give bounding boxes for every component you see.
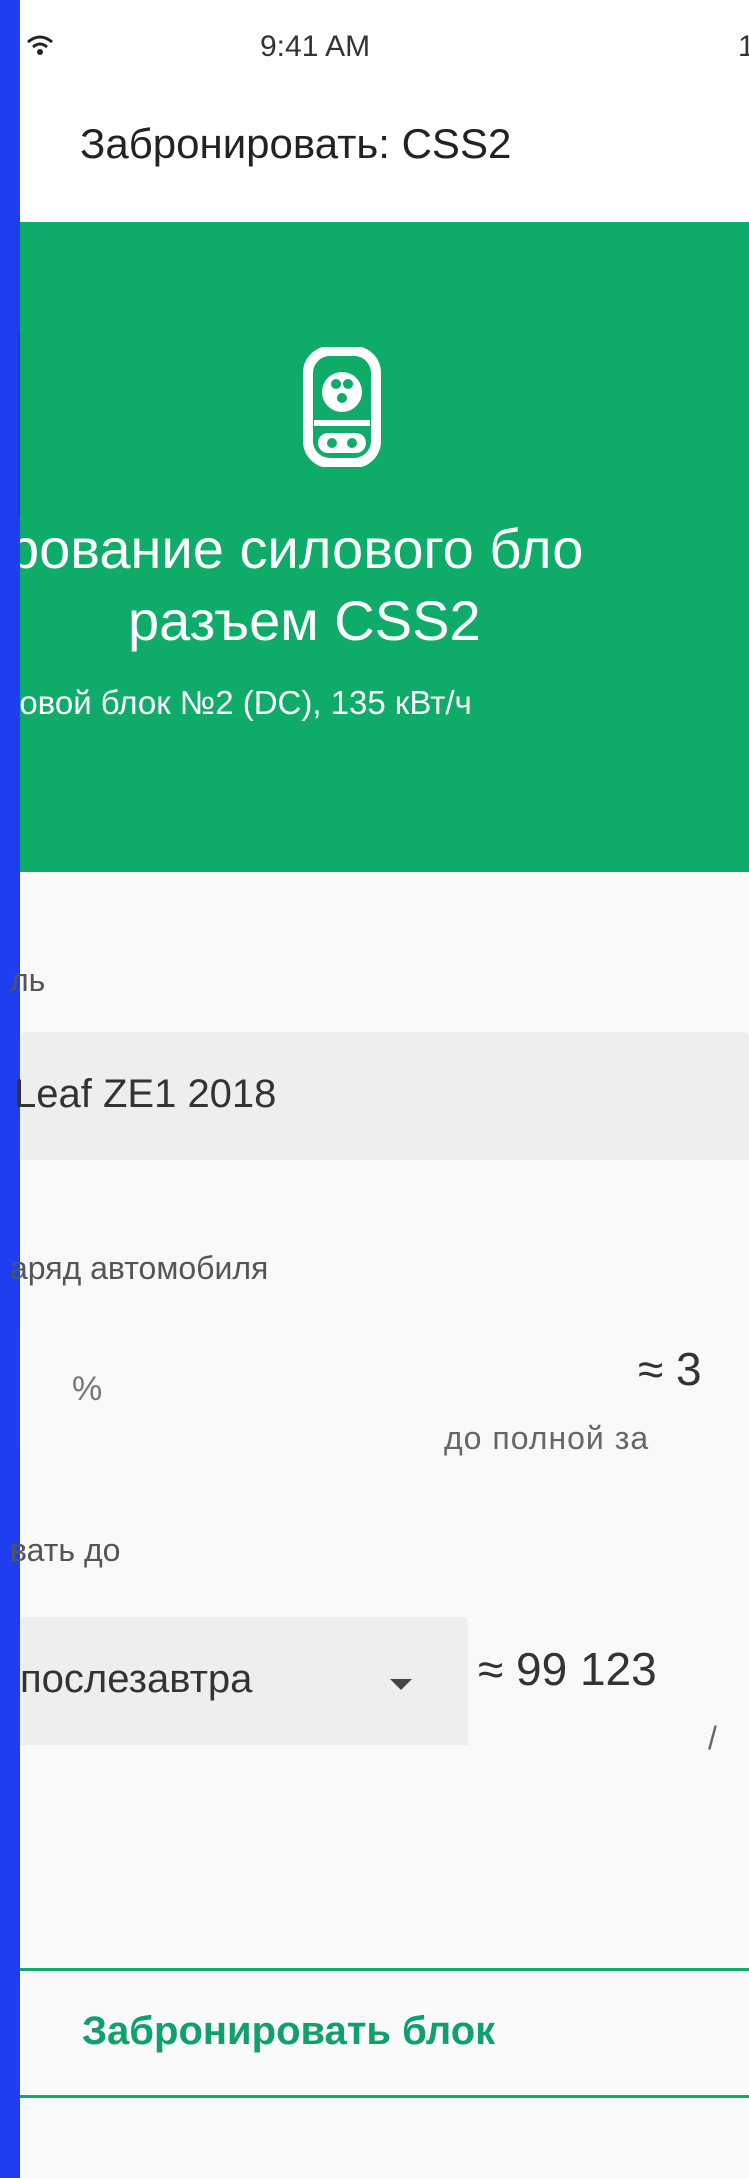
price-estimate: ≈ 99 123 [478,1643,657,1695]
vehicle-field[interactable]: Leaf ZE1 2018 [14,1032,749,1160]
hero-subtitle: іовой блок №2 (DC), 135 кВт/ч [20,684,472,721]
price-estimate-sub: / [708,1720,718,1756]
status-bar: 9:41 AM 1 [20,0,749,100]
hero-title-line1: рование силового бло [20,517,584,580]
book-button[interactable]: Забронировать блок [20,1968,749,2098]
charge-estimate-sub: до полной за [444,1420,650,1456]
charge-unit: % [72,1370,103,1408]
wifi-icon [27,35,53,55]
page-title: Забронировать: CSS2 [80,120,512,167]
book-until-label: вать до [10,1532,121,1568]
vehicle-label: ль [10,962,46,998]
charge-label: аряд автомобиля [10,1250,269,1286]
app-bar: Забронировать: CSS2 [20,100,749,222]
charge-estimate: ≈ 3 [638,1343,702,1395]
book-button-label: Забронировать блок [82,2009,496,2053]
status-right-indicator: 1 [738,30,749,63]
book-until-select[interactable]: послезавтра [20,1617,468,1745]
hero-banner: рование силового бло разъем CSS2 іовой б… [20,222,749,872]
charge-input[interactable] [20,1322,44,1450]
vehicle-value: Leaf ZE1 2018 [14,1072,277,1116]
book-until-value: послезавтра [20,1657,253,1701]
phone-screen: 9:41 AM 1 Забронировать: CSS2 рование си… [10,0,749,2178]
hero-title-line2: разъем CSS2 [128,589,481,652]
chevron-down-icon [390,1679,412,1690]
status-time: 9:41 AM [260,30,371,63]
ev-connector-icon [303,347,381,467]
